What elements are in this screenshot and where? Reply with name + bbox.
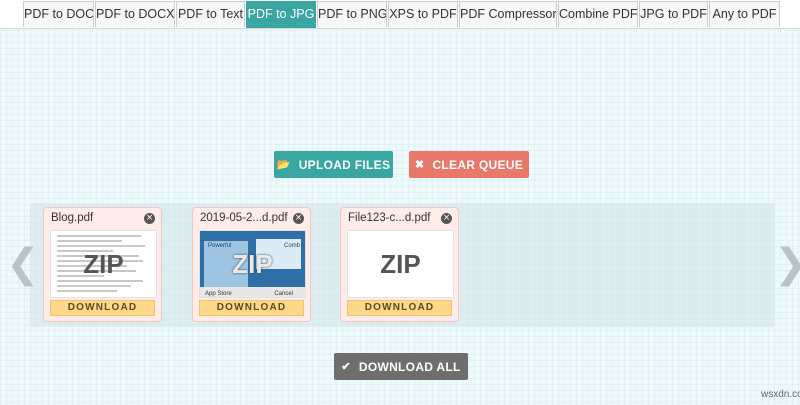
download-all-label: DOWNLOAD ALL	[358, 359, 461, 374]
chevron-right-icon[interactable]: ❯	[774, 244, 800, 284]
clear-queue-button[interactable]: ✖ CLEAR QUEUE	[409, 151, 529, 178]
tab-xps-to-pdf[interactable]: XPS to PDF	[388, 1, 458, 27]
zip-badge: ZIP	[232, 248, 273, 279]
tab-pdf-to-docx[interactable]: PDF to DOCX	[95, 1, 175, 27]
tab-any-to-pdf[interactable]: Any to PDF	[709, 1, 780, 27]
converter-tabs: PDF to DOC PDF to DOCX PDF to Text PDF t…	[0, 0, 800, 29]
tab-pdf-to-png[interactable]: PDF to PNG	[317, 1, 387, 27]
file-thumbnail: ZIP	[50, 230, 157, 298]
file-thumbnail: ZIP	[347, 230, 454, 298]
file-name: Blog.pdf	[51, 212, 94, 224]
clear-queue-label: CLEAR QUEUE	[432, 157, 524, 172]
file-card: File123-c...d.pdf × ZIP DOWNLOAD	[340, 207, 459, 322]
tab-pdf-to-text[interactable]: PDF to Text	[176, 1, 245, 27]
remove-file-icon[interactable]: ×	[293, 213, 304, 224]
upload-files-button[interactable]: 📂 UPLOAD FILES	[274, 151, 393, 178]
remove-file-icon[interactable]: ×	[441, 213, 452, 224]
tab-combine-pdf[interactable]: Combine PDF	[558, 1, 638, 27]
file-name: 2019-05-2...d.pdf	[200, 212, 288, 224]
file-name: File123-c...d.pdf	[348, 212, 431, 224]
download-button[interactable]: DOWNLOAD	[199, 300, 304, 316]
download-button[interactable]: DOWNLOAD	[50, 300, 155, 316]
file-card: 2019-05-2...d.pdf × Powerful Comb App St…	[192, 207, 311, 322]
chevron-left-icon[interactable]: ❮	[6, 244, 40, 284]
tab-pdf-compressor[interactable]: PDF Compressor	[459, 1, 557, 27]
zip-badge: ZIP	[83, 248, 124, 279]
file-thumbnail: Powerful Comb App Store Cancel ZIP	[199, 230, 306, 298]
upload-files-label: UPLOAD FILES	[298, 157, 391, 172]
tab-pdf-to-jpg[interactable]: PDF to JPG	[246, 1, 316, 28]
x-icon: ✖	[414, 159, 425, 171]
zip-badge: ZIP	[380, 248, 421, 279]
tab-pdf-to-doc[interactable]: PDF to DOC	[23, 1, 94, 27]
check-icon: ✔	[341, 361, 351, 373]
download-button[interactable]: DOWNLOAD	[347, 300, 452, 316]
remove-file-icon[interactable]: ×	[144, 213, 155, 224]
watermark: wsxdn.com	[761, 389, 800, 400]
file-card: Blog.pdf × ZIP DOWNLOAD	[43, 207, 162, 322]
tab-jpg-to-pdf[interactable]: JPG to PDF	[639, 1, 708, 27]
folder-open-icon: 📂	[276, 159, 291, 171]
download-all-button[interactable]: ✔ DOWNLOAD ALL	[334, 353, 468, 380]
